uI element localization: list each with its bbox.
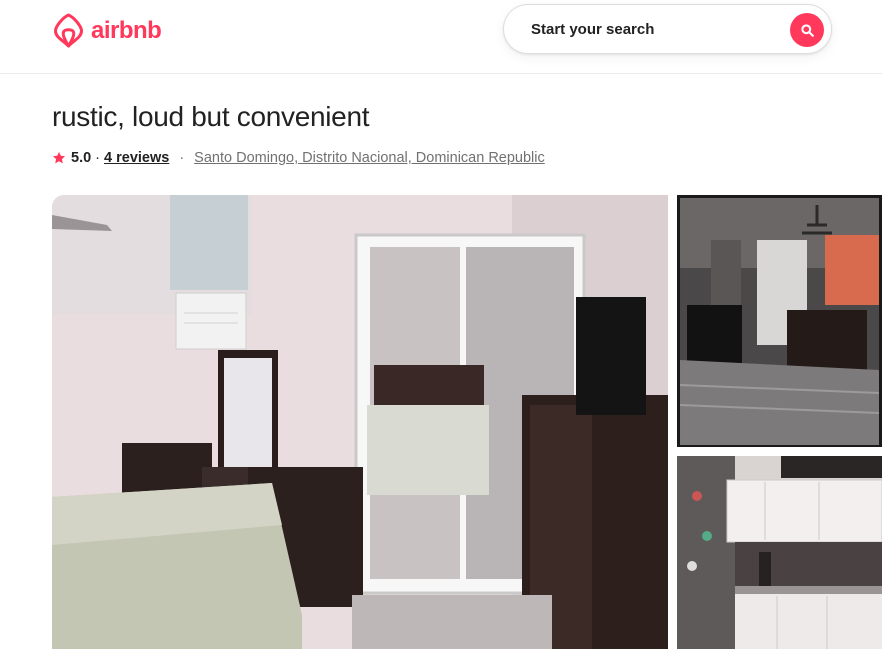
search-bar[interactable]: Start your search (503, 4, 832, 54)
living-room-photo-image (677, 195, 882, 447)
listing-title: rustic, loud but convenient (52, 101, 370, 132)
listing-photo-main[interactable] (52, 195, 668, 649)
logo-wordmark: airbnb (91, 17, 162, 44)
airbnb-logo-link[interactable]: airbnb (52, 13, 162, 49)
kitchen-photo-image (677, 456, 882, 649)
listing-photo-living-room[interactable] (677, 195, 882, 447)
listing-meta: 5.0 · 4 reviews · Santo Domingo, Distrit… (52, 148, 545, 168)
star-icon (52, 151, 66, 164)
rating-value: 5.0 (71, 150, 92, 166)
rating-separator: · (95, 150, 101, 166)
reviews-link[interactable]: 4 reviews (104, 150, 169, 166)
airbnb-logo-icon (54, 13, 83, 48)
search-button[interactable] (790, 13, 824, 47)
location-link[interactable]: Santo Domingo, Distrito Nacional, Domini… (194, 150, 545, 166)
top-header: airbnb Start your search (0, 0, 882, 74)
search-icon (800, 23, 814, 37)
bedroom-photo-image (52, 195, 668, 649)
search-bar-label: Start your search (531, 21, 655, 38)
location-separator: · (179, 150, 185, 166)
listing-photo-kitchen[interactable] (677, 456, 882, 649)
